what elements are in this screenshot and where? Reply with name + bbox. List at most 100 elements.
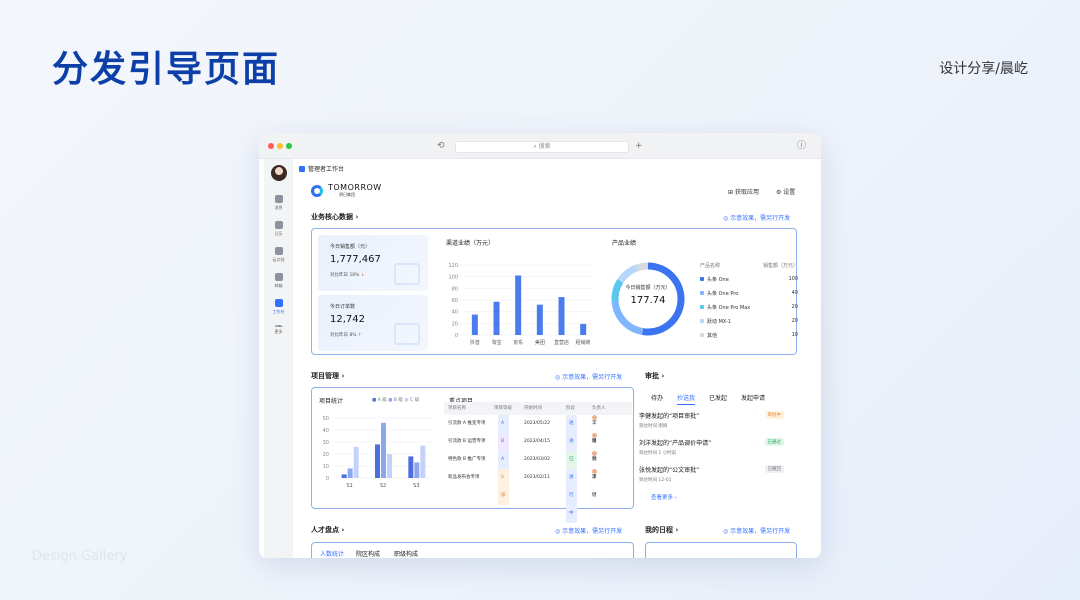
legend-swatch xyxy=(700,333,704,337)
bar xyxy=(515,275,522,335)
approval-section-title[interactable]: 审批 › xyxy=(645,371,664,381)
status-badge: 已撤回 xyxy=(764,465,784,473)
legend-swatch xyxy=(700,291,704,295)
approval-item[interactable]: 张悦发起的“公文审批” 到达时间 12-01 已撤回 xyxy=(639,465,784,483)
calendar-icon xyxy=(274,221,283,229)
y-tick-label: 0 xyxy=(455,333,458,339)
new-tab-icon[interactable]: + xyxy=(635,140,643,152)
rail-item-messages[interactable]: 消息 xyxy=(264,195,293,211)
level-tag: S 级 xyxy=(498,469,509,505)
search-input[interactable]: ⌕ 搜索 xyxy=(455,141,629,153)
decor-doc-icon xyxy=(394,263,420,285)
tab-cc-me[interactable]: 抄送我 xyxy=(677,393,696,405)
table-row[interactable]: 新品发布会专项 S 级 2023/02/11 进行中 李健 xyxy=(444,469,632,523)
minimize-dot[interactable] xyxy=(277,143,283,149)
approval-item[interactable]: 李健发起的“项目审批” 到达时间 刚刚 审批中 xyxy=(639,411,784,429)
product-legend-row: 头条 One 100 xyxy=(700,276,798,283)
table-row[interactable]: 引流款 A 推变专项 A 级 2023/05/22 进行中 李健 xyxy=(444,415,632,469)
product-legend-row: 其他 10 xyxy=(700,332,798,339)
tab-rank[interactable]: 职级构成 xyxy=(394,549,418,558)
y-tick-label: 120 xyxy=(448,263,458,269)
author-credit: 设计分享/晨屹 xyxy=(939,61,1028,77)
schedule-section-title[interactable]: 我的日程 › xyxy=(645,525,678,535)
talent-section-title[interactable]: 人才盘点 › xyxy=(311,525,344,535)
hint-projects: ◎ 示意效果，需另行开发 xyxy=(555,374,623,381)
chevron-right-icon: › xyxy=(675,526,679,534)
rail-item-mail[interactable]: 邮箱 xyxy=(264,273,293,289)
bar xyxy=(558,297,565,335)
channel-bar-chart: 0 20 40 60 80 100 120 抖音 淘宝 京东 美团 直营店 经销商 xyxy=(448,263,594,346)
status-badge: 审批中 xyxy=(764,411,784,419)
projects-table: 项目名称 项目等级 开始时间 阶段 负责人 引流款 A 推变专项 A 级 202… xyxy=(444,402,632,523)
bar xyxy=(580,323,587,335)
chevron-right-icon: › xyxy=(341,372,345,380)
bar xyxy=(341,474,347,478)
x-tick-label: S3 xyxy=(413,483,419,489)
status-badge: 已通过 xyxy=(764,438,784,446)
arrow-down-icon: ↓ xyxy=(360,273,365,278)
maximize-dot[interactable] xyxy=(286,143,292,149)
chevron-right-icon: › xyxy=(674,495,677,501)
x-tick-label: 京东 xyxy=(513,339,523,346)
bar xyxy=(347,468,353,478)
x-tick-label: S1 xyxy=(346,483,352,489)
avatar[interactable] xyxy=(271,165,287,181)
more-icon xyxy=(274,325,283,327)
page-title: 分发引导页面 xyxy=(52,49,281,90)
product-legend-row: 头条 One Pro Max 20 xyxy=(700,304,798,311)
x-tick-label: 经销商 xyxy=(576,339,591,346)
tab-headcount[interactable]: 人数统计 xyxy=(320,549,344,558)
table-header: 项目名称 项目等级 开始时间 阶段 负责人 xyxy=(444,402,632,415)
rail-item-docs[interactable]: 云文档 xyxy=(264,247,293,263)
x-tick-label: 直营店 xyxy=(554,339,569,346)
hint-talent: ◎ 示意效果，需另行开发 xyxy=(555,528,623,535)
rail-item-calendar[interactable]: 日历 xyxy=(264,221,293,237)
bar xyxy=(375,444,380,478)
y-tick-label: 0 xyxy=(326,476,329,482)
kpi-sales-label: 今日销售额（元） xyxy=(330,244,371,250)
bar xyxy=(408,456,414,478)
bar xyxy=(471,314,478,335)
stats-title: 项目统计 xyxy=(319,398,344,405)
kpi-orders-compare: 对比昨日 8% ↑ xyxy=(330,333,362,338)
kpi-card-sales: 今日销售额（元） 1,777,467 对比昨日 18% ↓ xyxy=(318,235,428,291)
y-tick-label: 40 xyxy=(323,428,329,434)
bar xyxy=(353,446,359,478)
arrow-up-icon: ↑ xyxy=(358,333,362,338)
tab-todo[interactable]: 待办 xyxy=(651,393,663,402)
help-icon[interactable]: ⓘ xyxy=(797,140,806,152)
history-icon[interactable]: ⟲ xyxy=(437,140,445,152)
table-row[interactable]: 引流款 B 运营专项 B 级 2023/04/15 进行中 张悦 xyxy=(444,433,632,487)
chevron-right-icon: › xyxy=(661,372,665,380)
table-row[interactable]: 特色款 B 推广专项 A 级 2023/03/02 已完成 刘洋 xyxy=(444,451,632,505)
settings-link[interactable]: ⚙ 设置 xyxy=(776,187,795,196)
y-tick-label: 40 xyxy=(452,310,458,316)
business-section-title[interactable]: 业务核心数据 › xyxy=(311,212,358,222)
close-dot[interactable] xyxy=(268,143,274,149)
doc-icon xyxy=(274,247,283,255)
get-app-link[interactable]: ⊞ 获取应用 xyxy=(728,187,759,196)
donut-center-value: 177.74 xyxy=(630,295,666,306)
product-legend-row: 跃动 MX-1 20 xyxy=(700,318,798,325)
projects-section-title[interactable]: 项目管理 › xyxy=(311,371,344,381)
rail-item-more[interactable]: 更多 xyxy=(264,325,293,335)
tab-initiated[interactable]: 已发起 xyxy=(709,393,727,402)
approval-item[interactable]: 刘洋发起的“产品调价申请” 到达时间 1 小时前 已通过 xyxy=(639,438,784,456)
app-window: ⟲ ⌕ 搜索 + ⓘ 消息 日历 云文档 邮箱 工作台 更多 管理者工作台 TO… xyxy=(259,133,821,558)
bar xyxy=(420,445,426,478)
watermark: Design Gallery xyxy=(32,549,128,564)
donut-slice xyxy=(611,301,644,336)
kpi-orders-value: 12,742 xyxy=(330,314,365,325)
bar xyxy=(493,301,500,335)
x-tick-label: 抖音 xyxy=(470,339,480,346)
sidebar-header[interactable]: 管理者工作台 xyxy=(293,159,386,181)
x-tick-label: S2 xyxy=(380,483,386,489)
view-more-link[interactable]: 查看更多 › xyxy=(651,493,677,501)
title-bar: ⟲ ⌕ 搜索 + ⓘ xyxy=(259,133,821,159)
rail-item-workbench[interactable]: 工作台 xyxy=(264,299,293,315)
chat-icon xyxy=(274,195,283,203)
chevron-right-icon: › xyxy=(341,526,345,534)
project-stats-chart: 0 10 20 30 40 50 S1 S2 S3 xyxy=(323,416,434,489)
tab-new-request[interactable]: 发起申请 xyxy=(741,393,765,402)
tab-campus[interactable]: 院区构成 xyxy=(356,549,380,558)
